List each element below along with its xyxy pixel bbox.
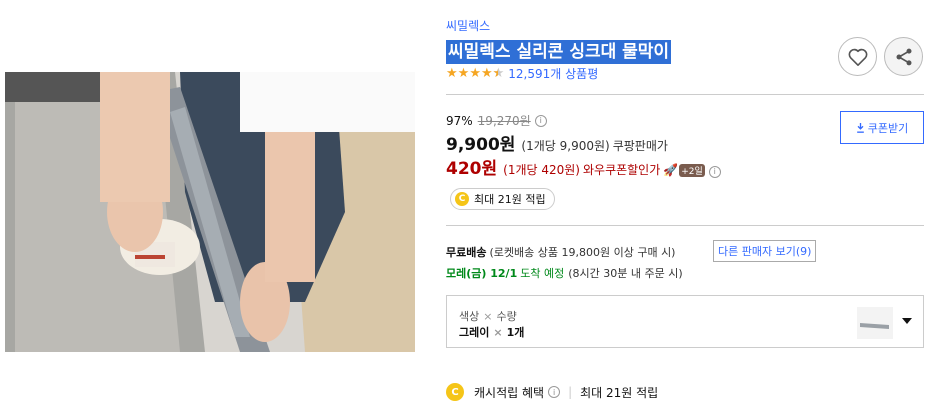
wishlist-button[interactable] [838,37,877,76]
half-star-icon: ★ [493,66,505,81]
coin-icon: C [446,383,464,401]
price-per-unit: (1개당 9,900원) [521,139,610,153]
original-price: 19,270원 [477,114,531,128]
vertical-separator: | [568,385,573,399]
divider [446,94,924,95]
delivery-date: 모레(금) 12/1 [446,267,518,280]
share-icon [896,48,911,65]
option-separator: × [483,310,493,323]
divider [446,225,924,226]
option-separator: × [493,326,503,339]
sale-price-row: 9,900원 (1개당 9,900원) 쿠팡판매가 [446,130,668,155]
coin-icon: C [455,192,469,206]
free-shipping-label: 무료배송 [446,246,487,259]
chevron-down-icon[interactable] [902,318,912,324]
delivery-cutoff: (8시간 30분 내 주문 시) [568,267,683,280]
star-icon: ★ [469,65,481,81]
coupon-price: 420원 [446,159,498,179]
option-values: 그레이 × 1개 [459,324,524,340]
product-title: 씨밀렉스 실리콘 싱크대 물막이 [446,40,672,64]
cash-benefit-amount: 최대 21원 적립 [580,385,659,400]
option-names: 색상 × 수량 [459,308,517,324]
coupon-price-label: 와우쿠폰할인가 [582,163,661,177]
shipping-row: 무료배송 (로켓배송 상품 19,800원 이상 구매 시) [446,244,675,260]
option-thumbnail [857,307,893,339]
option-value-qty: 1개 [506,326,525,339]
discount-rate: 97% [446,113,473,128]
option-name-qty: 수량 [496,310,517,323]
original-price-row: 97% 19,270원 i [446,112,547,129]
cash-benefit-label: 캐시적립 혜택 [474,385,545,400]
review-count-link[interactable]: 12,591개 상품평 [508,65,598,82]
heart-icon [848,48,867,66]
info-icon[interactable]: i [534,114,547,127]
cash-reward-pill[interactable]: C 최대 21원 적립 [450,188,555,210]
coupon-price-per-unit: (1개당 420원) [503,163,580,177]
star-icon: ★ [457,65,470,81]
rocket-icon: 🚀 [663,163,679,177]
rating-stars: ★ ★ ★ ★ ★ [446,65,505,81]
share-button[interactable] [884,37,923,76]
delivery-expected: 도착 예정 [520,267,565,280]
option-name-color: 색상 [459,310,480,323]
star-icon: ★ [480,65,493,81]
brand-link[interactable]: 씨밀렉스 [446,17,490,34]
download-icon [856,122,864,133]
free-shipping-detail: (로켓배송 상품 19,800원 이상 구매 시) [489,246,676,259]
seller-price-label: 쿠팡판매가 [612,139,668,153]
sale-price: 9,900원 [446,135,516,155]
info-icon[interactable]: i [708,165,721,178]
delivery-row: 모레(금) 12/1 도착 예정 (8시간 30분 내 주문 시) [446,265,683,281]
coupon-download-button[interactable]: 쿠폰받기 [840,111,924,144]
rating-summary[interactable]: ★ ★ ★ ★ ★ 12,591개 상품평 [446,65,598,82]
other-sellers-button[interactable]: 다른 판매자 보기(9) [713,240,817,262]
product-image [5,72,415,352]
star-icon: ★ [446,65,458,81]
cash-pill-label: 최대 21원 적립 [474,193,546,206]
coupon-button-label: 쿠폰받기 [867,121,909,135]
coupon-price-row: 420원 (1개당 420원) 와우쿠폰할인가 🚀 +2일 i [446,154,721,179]
plus-badge: +2일 [679,164,705,177]
option-selector[interactable]: 색상 × 수량 그레이 × 1개 [446,295,924,348]
cash-benefit-row: C 캐시적립 혜택 i | 최대 21원 적립 [446,383,658,401]
info-icon[interactable]: i [548,386,561,398]
option-value-color: 그레이 [459,326,490,339]
